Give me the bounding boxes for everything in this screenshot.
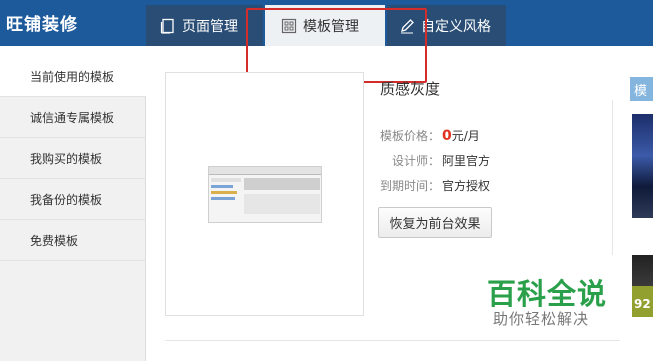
tab-page-management[interactable]: 页面管理 — [146, 5, 263, 46]
watermark-logo: 百科全说 — [487, 277, 608, 311]
expiry-value: 官方授权 — [442, 179, 491, 193]
tab-label: 自定义风格 — [421, 18, 491, 35]
template-name: 质感灰度 — [380, 80, 441, 98]
sidebar-item-label: 诚信通专属模板 — [30, 110, 115, 125]
sidebar-item-free-template[interactable]: 免费模板 — [0, 220, 146, 261]
restore-frontend-button[interactable]: 恢复为前台效果 — [378, 207, 492, 238]
pen-icon — [399, 18, 415, 34]
template-thumbnail-partial[interactable]: 92 — [632, 255, 653, 317]
price-row: 模板价格： 0元/月 — [378, 127, 480, 144]
sidebar-item-backup-template[interactable]: 我备份的模板 — [0, 179, 146, 220]
vertical-divider — [612, 100, 613, 255]
sidebar-item-current-template[interactable]: 当前使用的模板 — [0, 56, 146, 97]
thumbnail-number: 92 — [634, 297, 651, 311]
sidebar-item-purchased-template[interactable]: 我购买的模板 — [0, 138, 146, 179]
sidebar-item-exclusive-template[interactable]: 诚信通专属模板 — [0, 97, 146, 138]
designer-value: 阿里官方 — [442, 154, 491, 168]
tab-custom-style[interactable]: 自定义风格 — [387, 5, 506, 46]
expiry-row: 到期时间： 官方授权 — [378, 177, 490, 194]
expiry-label: 到期时间： — [379, 179, 440, 193]
sidebar-fill — [0, 261, 146, 361]
template-thumbnail — [208, 166, 322, 223]
price-value: 0 — [442, 128, 452, 144]
price-label: 模板价格： — [379, 129, 440, 143]
tab-template-management[interactable]: 模板管理 — [265, 5, 385, 46]
designer-row: 设计师： 阿里官方 — [378, 152, 490, 169]
top-header: 旺铺装修 页面管理 模板管理 自定义风格 — [0, 0, 653, 46]
sidebar-item-label: 我备份的模板 — [30, 192, 103, 207]
horizontal-divider — [165, 340, 620, 341]
watermark-subtitle: 助你轻松解决 — [493, 310, 590, 328]
tab-label: 模板管理 — [303, 18, 359, 35]
sidebar: 当前使用的模板 诚信通专属模板 我购买的模板 我备份的模板 免费模板 — [0, 56, 146, 361]
app-title: 旺铺装修 — [6, 15, 78, 35]
grid-icon — [281, 18, 297, 34]
tab-label: 页面管理 — [182, 18, 238, 35]
sidebar-item-label: 我购买的模板 — [30, 151, 103, 166]
right-panel-tag[interactable]: 模 — [630, 77, 653, 101]
designer-label: 设计师： — [391, 154, 440, 168]
sidebar-item-label: 免费模板 — [30, 233, 79, 248]
page-icon — [160, 18, 176, 34]
sidebar-item-label: 当前使用的模板 — [30, 69, 115, 84]
template-thumbnail-partial[interactable] — [632, 114, 653, 218]
price-unit: 元/月 — [451, 129, 480, 143]
template-preview-box[interactable] — [165, 72, 364, 316]
